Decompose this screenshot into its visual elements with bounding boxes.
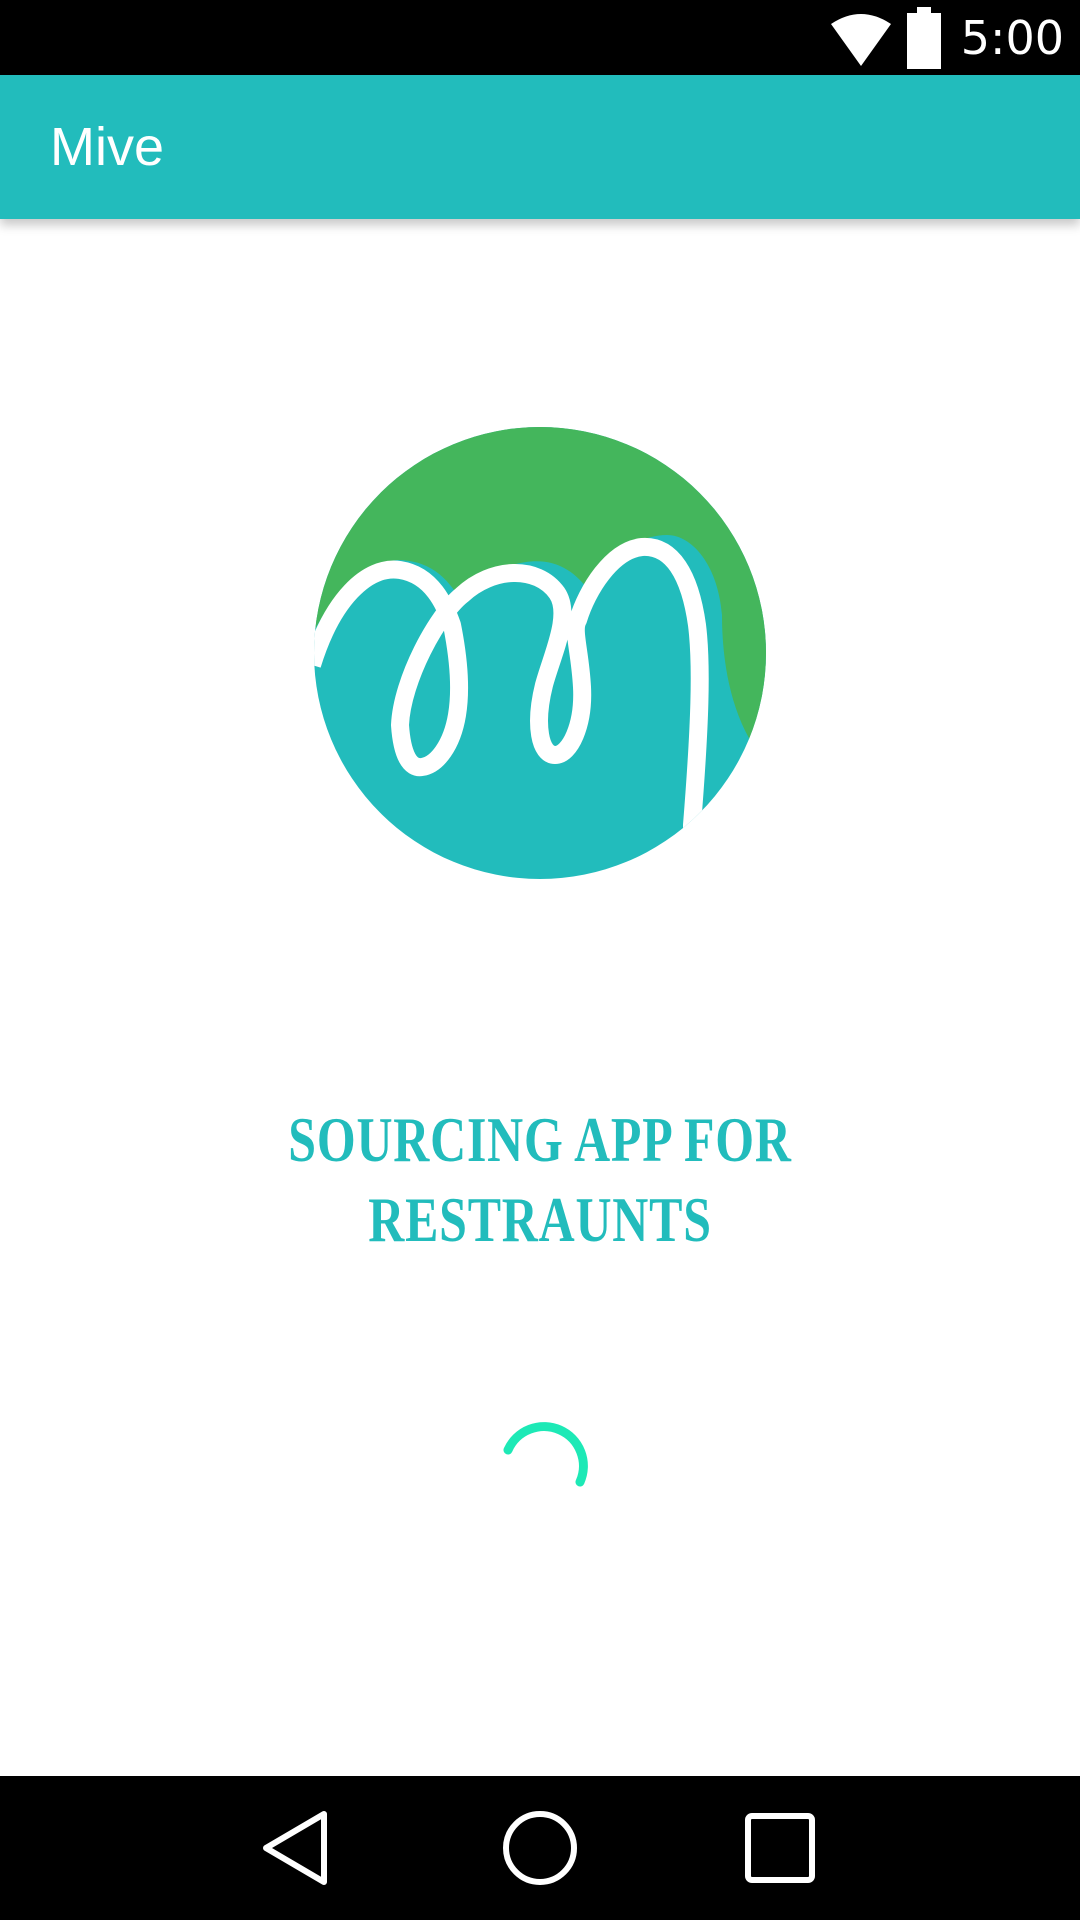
tagline: SOURCING APP FOR RESTRAUNTS: [288, 1104, 792, 1255]
status-time: 5:00: [960, 10, 1064, 65]
splash-screen: 5:00 Mive SOURCING APP FOR RESTRAUNTS: [0, 0, 1080, 1920]
status-icons: 5:00: [829, 0, 1064, 75]
app-title: Mive: [50, 117, 165, 177]
mive-logo: [314, 427, 766, 879]
battery-icon: [906, 6, 941, 69]
navigation-bar: [0, 1776, 1080, 1920]
back-icon[interactable]: [246, 1798, 346, 1898]
home-icon[interactable]: [490, 1798, 590, 1898]
status-bar: 5:00: [0, 0, 1080, 75]
loading-spinner: [503, 1422, 588, 1487]
wifi-icon: [830, 13, 891, 66]
recents-icon[interactable]: [730, 1798, 830, 1898]
app-bar: Mive: [0, 75, 1080, 219]
